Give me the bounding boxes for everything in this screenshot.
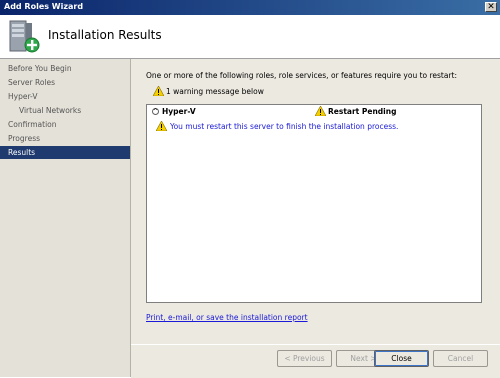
close-button[interactable]: Close	[374, 350, 429, 367]
sidebar-item-before-you-begin[interactable]: Before You Begin	[0, 62, 130, 75]
warning-count: 1 warning message below	[152, 85, 264, 98]
sidebar-item-hyper-v[interactable]: Hyper-V	[0, 90, 130, 103]
result-row-hyper-v: ^ Hyper-V Restart Pending	[147, 105, 481, 118]
wizard-footer: < Previous Next > Close Cancel	[131, 344, 500, 378]
restart-intro-text: One or more of the following roles, role…	[146, 71, 458, 80]
installation-report-link[interactable]: Print, e-mail, or save the installation …	[146, 313, 308, 322]
sidebar-item-progress[interactable]: Progress	[0, 132, 130, 145]
window-title: Add Roles Wizard	[4, 2, 84, 11]
result-detail: You must restart this server to finish t…	[155, 120, 398, 133]
title-bar: Add Roles Wizard ✕	[0, 0, 500, 15]
warning-count-label: 1 warning message below	[166, 87, 264, 96]
wizard-header: Installation Results	[0, 15, 500, 59]
collapse-icon[interactable]: ^	[152, 108, 159, 115]
close-window-button[interactable]: ✕	[485, 2, 497, 12]
sidebar-item-results[interactable]: Results	[0, 146, 130, 159]
cancel-button[interactable]: Cancel	[433, 350, 488, 367]
wizard-step-sidebar: Before You Begin Server Roles Hyper-V Vi…	[0, 59, 131, 377]
sidebar-item-virtual-networks[interactable]: Virtual Networks	[0, 104, 130, 117]
detail-message: You must restart this server to finish t…	[170, 122, 399, 131]
role-name: Hyper-V	[162, 107, 196, 116]
warning-icon	[155, 120, 168, 132]
results-list: ^ Hyper-V Restart Pending You must resta…	[146, 104, 482, 303]
previous-button[interactable]: < Previous	[277, 350, 332, 367]
results-content: One or more of the following roles, role…	[131, 59, 500, 344]
add-roles-wizard-window: Add Roles Wizard ✕ Installation Results …	[0, 0, 500, 378]
status-label: Restart Pending	[328, 107, 397, 116]
warning-icon	[152, 85, 165, 97]
sidebar-item-confirmation[interactable]: Confirmation	[0, 118, 130, 131]
warning-icon	[314, 105, 327, 117]
result-status: Restart Pending	[314, 105, 396, 118]
page-title: Installation Results	[48, 28, 162, 42]
sidebar-item-server-roles[interactable]: Server Roles	[0, 76, 130, 89]
server-add-icon	[9, 20, 40, 53]
